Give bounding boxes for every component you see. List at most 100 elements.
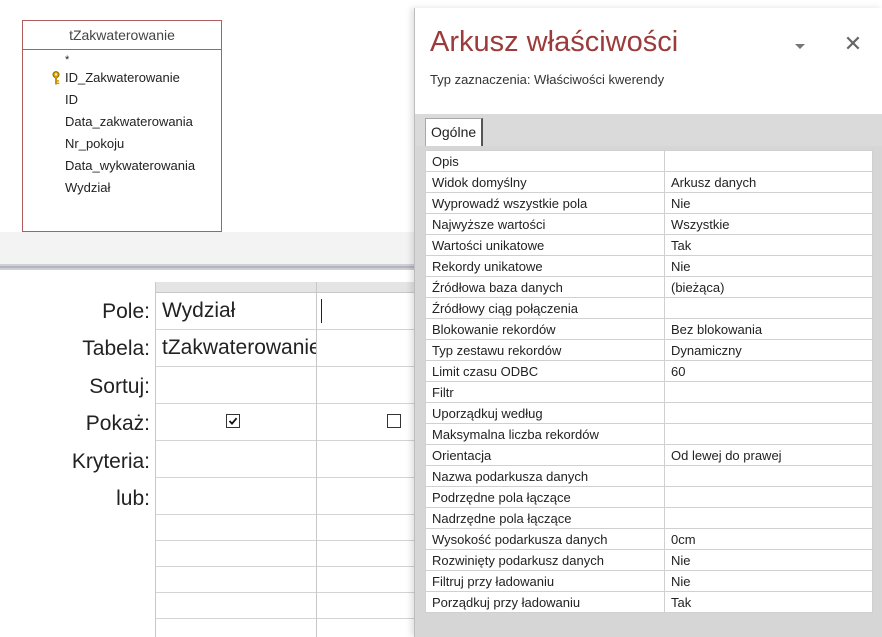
table-cell[interactable]: tZakwaterowanie [156,330,316,367]
field-cell[interactable] [317,293,415,330]
sort-cell[interactable] [156,367,316,404]
property-row[interactable]: Rekordy unikatowe Nie [425,255,873,277]
property-row[interactable]: Uporządkuj według [425,402,873,424]
property-row[interactable]: Filtr [425,381,873,403]
property-value[interactable]: Od lewej do prawej [664,444,873,466]
criteria-cell[interactable] [156,441,316,478]
empty-cell[interactable] [317,567,415,593]
property-value[interactable]: Bez blokowania [664,318,873,340]
property-name: Wartości unikatowe [425,234,665,256]
property-name: Podrzędne pola łączące [425,486,665,508]
property-name: Wyprowadź wszystkie pola [425,192,665,214]
field-item-label: ID_Zakwaterowanie [65,70,180,85]
property-value[interactable]: (bieżąca) [664,276,873,298]
property-value[interactable] [664,486,873,508]
grid-column-2 [316,282,415,637]
property-row[interactable]: Porządkuj przy ładowaniu Tak [425,591,873,613]
show-cell [317,404,415,441]
row-label-field: Pole: [102,300,150,323]
property-value[interactable] [664,507,873,529]
table-field-list[interactable]: tZakwaterowanie * ID_Zakwaterowanie ID D… [22,20,222,232]
property-value[interactable] [664,423,873,445]
property-row[interactable]: Wyprowadź wszystkie pola Nie [425,192,873,214]
field-item-all[interactable]: * [23,53,221,67]
property-name: Uporządkuj według [425,402,665,424]
property-row[interactable]: Opis [425,150,873,172]
empty-cell[interactable] [317,593,415,619]
property-value[interactable]: Nie [664,549,873,571]
property-name: Źródłowa baza danych [425,276,665,298]
property-row[interactable]: Limit czasu ODBC 60 [425,360,873,382]
tab-strip: Ogólne [415,114,882,147]
property-row[interactable]: Najwyższe wartości Wszystkie [425,213,873,235]
property-row[interactable]: Typ zestawu rekordów Dynamiczny [425,339,873,361]
property-value[interactable]: Nie [664,255,873,277]
row-label-show: Pokaż: [85,412,150,435]
empty-cell[interactable] [156,567,316,593]
property-row[interactable]: Orientacja Od lewej do prawej [425,444,873,466]
empty-cell[interactable] [156,515,316,541]
sort-cell[interactable] [317,367,415,404]
property-value[interactable]: Dynamiczny [664,339,873,361]
property-value[interactable]: Tak [664,591,873,613]
design-surface-bottom [0,232,414,264]
checkbox-checked-icon[interactable] [226,414,240,428]
chevron-down-icon[interactable] [785,34,815,58]
table-cell[interactable] [317,330,415,367]
field-item-wydzial[interactable]: Wydział [23,177,221,199]
field-item-id[interactable]: ID [23,89,221,111]
property-row[interactable]: Blokowanie rekordów Bez blokowania [425,318,873,340]
empty-cell[interactable] [156,593,316,619]
property-row[interactable]: Źródłowy ciąg połączenia [425,297,873,319]
property-value[interactable]: Arkusz danych [664,171,873,193]
property-value[interactable] [664,297,873,319]
property-row[interactable]: Filtruj przy ładowaniu Nie [425,570,873,592]
property-row[interactable]: Maksymalna liczba rekordów [425,423,873,445]
empty-cell[interactable] [156,541,316,567]
property-value[interactable] [664,402,873,424]
property-name: Opis [425,150,665,172]
property-row[interactable]: Podrzędne pola łączące [425,486,873,508]
or-cell[interactable] [317,478,415,515]
field-item-id-zakwaterowanie[interactable]: ID_Zakwaterowanie [23,67,221,89]
property-value[interactable]: Nie [664,570,873,592]
property-row[interactable]: Wysokość podarkusza danych 0cm [425,528,873,550]
property-row[interactable]: Nadrzędne pola łączące [425,507,873,529]
property-value[interactable]: Wszystkie [664,213,873,235]
property-row[interactable]: Widok domyślny Arkusz danych [425,171,873,193]
property-value[interactable] [664,381,873,403]
empty-cell[interactable] [317,515,415,541]
property-row[interactable]: Rozwinięty podarkusz danych Nie [425,549,873,571]
column-selector[interactable] [156,282,316,293]
property-value[interactable]: 60 [664,360,873,382]
table-title[interactable]: tZakwaterowanie [23,21,221,50]
close-icon[interactable]: ✕ [841,30,865,58]
empty-cell[interactable] [317,541,415,567]
property-row[interactable]: Nazwa podarkusza danych [425,465,873,487]
query-design-grid: Pole: Tabela: Sortuj: Pokaż: Kryteria: l… [0,270,415,637]
property-grid: Opis Widok domyślny Arkusz danych Wyprowadź… [425,150,873,613]
field-cell[interactable]: Wydział [156,293,316,330]
property-name: Blokowanie rekordów [425,318,665,340]
property-value[interactable] [664,465,873,487]
column-selector[interactable] [317,282,415,293]
row-label-table: Tabela: [82,337,150,360]
property-name: Filtruj przy ładowaniu [425,570,665,592]
tab-general[interactable]: Ogólne [425,118,484,147]
property-value[interactable]: Nie [664,192,873,214]
checkbox-unchecked-icon[interactable] [387,414,401,428]
field-item-data-wykwaterowania[interactable]: Data_wykwaterowania [23,155,221,177]
property-sheet-title: Arkusz właściwości [430,26,679,58]
show-cell [156,404,316,441]
property-row[interactable]: Źródłowa baza danych (bieżąca) [425,276,873,298]
property-value[interactable]: 0cm [664,528,873,550]
property-name: Wysokość podarkusza danych [425,528,665,550]
property-value[interactable]: Tak [664,234,873,256]
property-row[interactable]: Wartości unikatowe Tak [425,234,873,256]
field-item-nr-pokoju[interactable]: Nr_pokoju [23,133,221,155]
property-sheet: Arkusz właściwości Typ zaznaczenia: Właś… [414,8,882,637]
or-cell[interactable] [156,478,316,515]
property-value[interactable] [664,150,873,172]
field-item-data-zakwaterowania[interactable]: Data_zakwaterowania [23,111,221,133]
criteria-cell[interactable] [317,441,415,478]
